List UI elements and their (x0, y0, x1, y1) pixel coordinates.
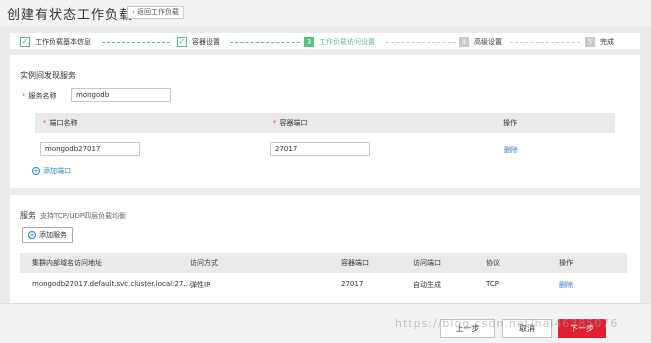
cell-protocol: TCP (486, 280, 499, 288)
col-action: 操作 (559, 259, 573, 267)
service-table-header: 集群内部域名访问地址 访问方式 容器端口 访问端口 协议 操作 (20, 253, 627, 273)
step-connector (386, 42, 456, 43)
step-advanced-settings: 4 高级设置 (459, 36, 502, 47)
plus-circle-icon: + (32, 167, 40, 175)
cell-access-port: 自动生成 (413, 281, 441, 289)
check-icon: ✓ (20, 36, 30, 47)
delete-service-link[interactable]: 删除 (559, 280, 573, 290)
page-header: 创建有状态工作负载 ‹ 返回工作负载 (0, 0, 651, 26)
main-panel: 实例间发现服务 * 服务名称 mongodb * 端口名称 * 容器端口 操作 mon… (10, 55, 640, 305)
step-number: 4 (459, 36, 469, 47)
step-number: 3 (304, 36, 314, 47)
service-subtitle: 支持TCP/UDP四层负载均衡 (40, 212, 127, 220)
step-connector (510, 42, 580, 43)
col-protocol: 协议 (486, 259, 500, 267)
add-port-link[interactable]: + 添加端口 (32, 166, 71, 176)
col-action: 操作 (503, 119, 517, 127)
step-done: 5 完成 (585, 36, 614, 47)
required-mark: * (43, 119, 47, 127)
col-container-port: * 容器端口 (273, 118, 308, 128)
section-divider (10, 188, 640, 195)
col-cluster-address: 集群内部域名访问地址 (32, 259, 102, 267)
service-name-label: * 服务名称 (22, 91, 57, 101)
add-port-label: 添加端口 (43, 167, 71, 175)
col-access-type: 访问方式 (190, 259, 218, 267)
step-label: 工作负载访问设置 (319, 37, 375, 46)
col-container-port-text: 容器端口 (279, 119, 308, 127)
watermark-text: https://blog.csdn.net/hai46385076 (395, 317, 619, 330)
required-mark: * (22, 92, 26, 100)
step-label: 容器设置 (192, 37, 220, 46)
cell-access-type: 弹性IP (190, 281, 211, 289)
discovery-section-title: 实例间发现服务 (20, 71, 76, 80)
back-button-label: 返回工作负载 (137, 8, 180, 16)
cell-container-port: 27017 (341, 280, 364, 288)
col-port-name-text: 端口名称 (49, 119, 78, 127)
back-to-workloads-button[interactable]: ‹ 返回工作负载 (127, 6, 185, 19)
step-label: 完成 (600, 37, 614, 46)
required-mark: * (273, 119, 277, 127)
cell-cluster-address: mongodb27017.default.svc.cluster.local:2… (32, 280, 191, 288)
step-connector (230, 42, 300, 43)
step-label: 高级设置 (474, 37, 502, 46)
plus-circle-icon: + (28, 231, 36, 239)
port-name-input[interactable]: mongodb27017 (40, 142, 140, 156)
add-service-label: 添加服务 (39, 231, 67, 239)
step-access-settings: 3 工作负载访问设置 (304, 36, 375, 47)
service-section-title: 服务 支持TCP/UDP四层负载均衡 (20, 210, 126, 221)
add-service-button[interactable]: + 添加服务 (22, 227, 73, 243)
delete-port-link[interactable]: 删除 (504, 145, 518, 155)
service-name-input[interactable]: mongodb (71, 88, 171, 102)
col-access-port: 访问端口 (413, 259, 441, 267)
page-title: 创建有状态工作负载 (7, 8, 134, 23)
service-name-label-text: 服务名称 (28, 92, 57, 100)
col-port-name: * 端口名称 (43, 118, 78, 128)
service-title-text: 服务 (20, 211, 36, 220)
step-container-settings: ✓ 容器设置 (177, 36, 220, 47)
col-container-port: 容器端口 (341, 259, 369, 267)
step-label: 工作负载基本信息 (35, 37, 91, 46)
check-icon: ✓ (177, 36, 187, 47)
container-port-input[interactable]: 27017 (270, 142, 370, 156)
port-table-header: * 端口名称 * 容器端口 操作 (35, 113, 615, 133)
step-number: 5 (585, 36, 595, 47)
step-connector (102, 42, 170, 43)
step-basic-info: ✓ 工作负载基本信息 (20, 36, 91, 47)
wizard-steps: ✓ 工作负载基本信息 ✓ 容器设置 3 工作负载访问设置 4 高级设置 5 完成 (10, 33, 640, 49)
